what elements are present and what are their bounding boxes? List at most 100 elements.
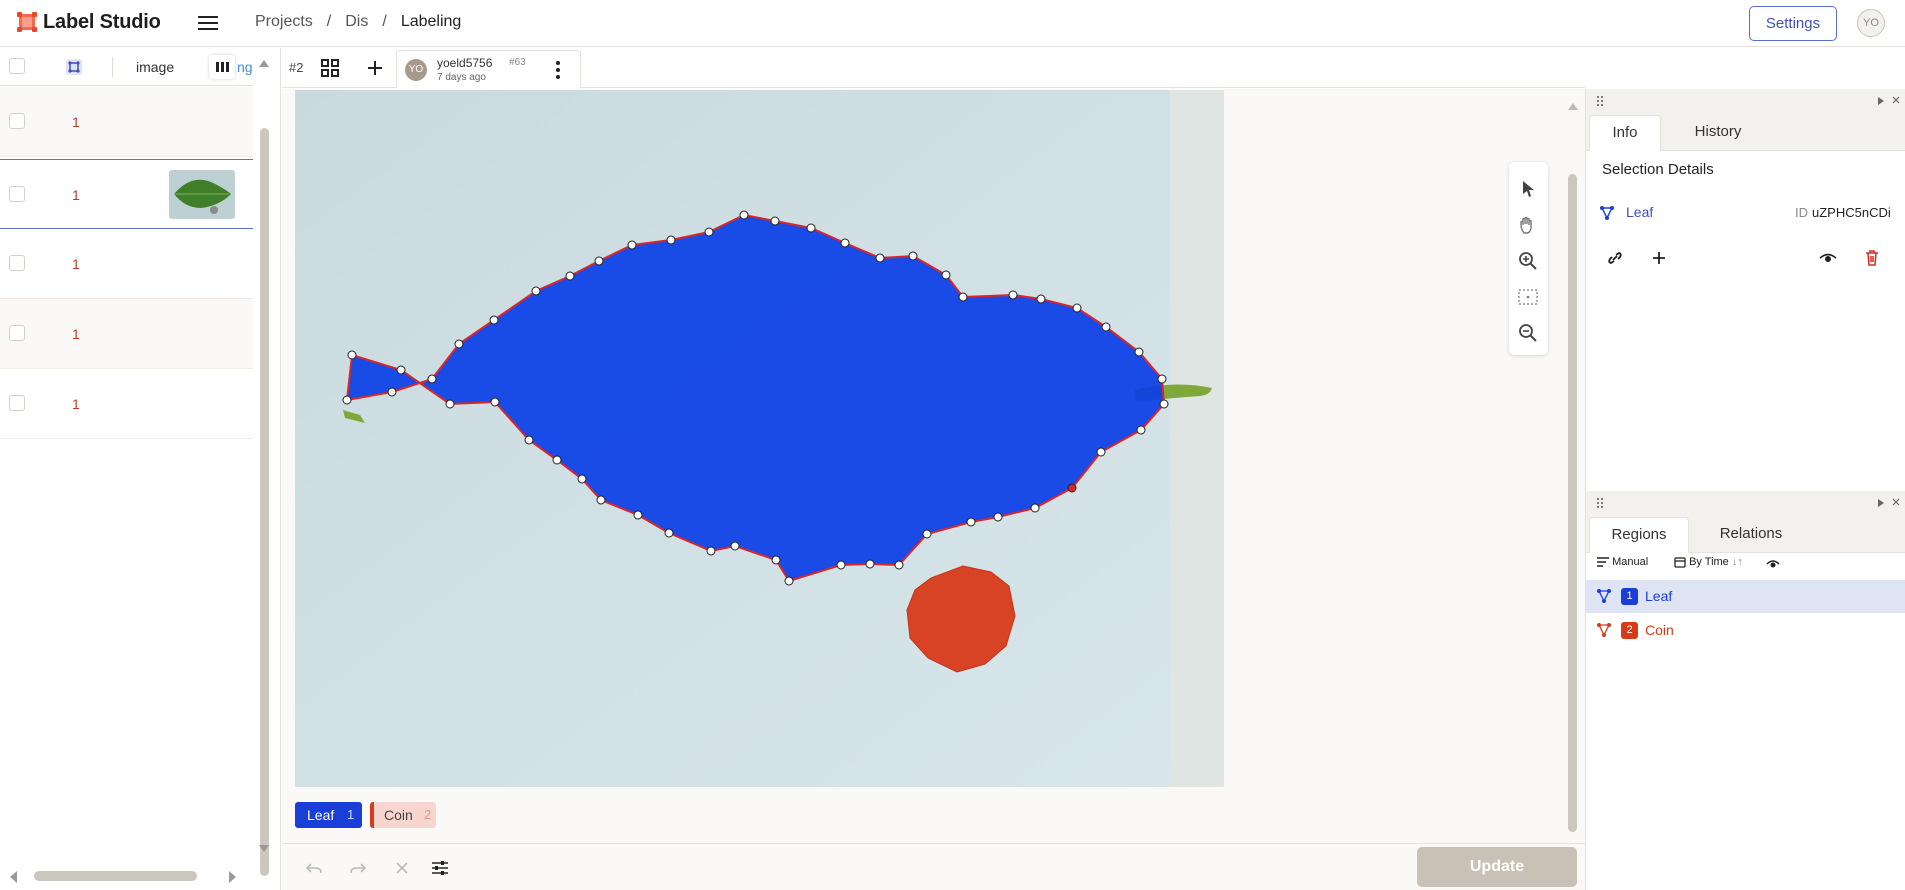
select-all-checkbox[interactable] bbox=[9, 58, 25, 74]
row-checkbox[interactable] bbox=[9, 255, 25, 271]
region-id-label: ID bbox=[1795, 205, 1808, 220]
tab-relations[interactable]: Relations bbox=[1696, 517, 1806, 553]
drag-handle-icon[interactable] bbox=[1596, 95, 1604, 107]
sort-manual-button[interactable]: Manual bbox=[1597, 556, 1648, 574]
annotator-avatar: YO bbox=[405, 59, 427, 81]
annotation-count: 1 bbox=[72, 256, 80, 272]
scroll-right-icon[interactable] bbox=[228, 870, 238, 884]
info-panel-header[interactable] bbox=[1586, 89, 1905, 113]
label-leaf-name: Leaf bbox=[307, 807, 335, 823]
annotation-count: 1 bbox=[72, 326, 80, 342]
table-row[interactable]: 1 bbox=[0, 299, 253, 369]
row-checkbox[interactable] bbox=[9, 325, 25, 341]
table-row[interactable]: 1 bbox=[0, 369, 253, 439]
collapse-panel-icon[interactable] bbox=[1876, 497, 1886, 509]
toggle-visibility-eye-icon[interactable] bbox=[1766, 558, 1780, 570]
sort-direction-icon[interactable]: ↓↑ bbox=[1732, 556, 1743, 568]
annotation-tab[interactable]: YO yoeld5756 #63 7 days ago bbox=[396, 50, 581, 88]
link-icon[interactable] bbox=[1606, 249, 1624, 267]
region-label: Coin bbox=[1645, 622, 1674, 638]
redo-icon[interactable] bbox=[348, 858, 368, 878]
breadcrumb-current: Labeling bbox=[400, 13, 462, 30]
annotation-count: 1 bbox=[72, 396, 80, 412]
delete-trash-icon[interactable] bbox=[1863, 249, 1881, 267]
columns-icon bbox=[216, 62, 229, 72]
bottom-toolbar bbox=[282, 843, 1585, 890]
detach-panel-icon[interactable] bbox=[1891, 497, 1901, 509]
pan-hand-icon[interactable] bbox=[1517, 214, 1539, 236]
update-button[interactable]: Update bbox=[1417, 847, 1577, 887]
active-vertex[interactable] bbox=[1067, 483, 1077, 493]
column-settings-button[interactable] bbox=[209, 55, 235, 79]
regions-panel-header[interactable] bbox=[1586, 491, 1905, 515]
annotated-image[interactable] bbox=[295, 90, 1224, 787]
collapse-panel-icon[interactable] bbox=[1876, 95, 1886, 107]
table-row[interactable]: 1 bbox=[0, 229, 253, 299]
region-label: Leaf bbox=[1645, 588, 1673, 604]
column-header-image[interactable]: image bbox=[136, 59, 174, 75]
canvas-scroll-up-icon[interactable] bbox=[1567, 101, 1579, 111]
more-options-icon[interactable] bbox=[554, 59, 562, 81]
tab-history[interactable]: History bbox=[1668, 115, 1768, 151]
breadcrumb-projects[interactable]: Projects bbox=[255, 13, 313, 30]
settings-sliders-icon[interactable] bbox=[430, 858, 450, 878]
breadcrumb-separator: / bbox=[382, 13, 387, 30]
region-id-value: uZPHC5nCDi bbox=[1812, 205, 1891, 220]
region-item-coin[interactable]: 2 Coin bbox=[1586, 614, 1905, 647]
label-studio-logo-icon bbox=[17, 12, 37, 32]
label-leaf[interactable]: Leaf 1 bbox=[295, 802, 362, 828]
image-thumbnail[interactable] bbox=[169, 170, 235, 219]
image-canvas[interactable] bbox=[295, 90, 1224, 787]
polygon-region-icon bbox=[1597, 589, 1611, 603]
reset-icon[interactable] bbox=[392, 858, 412, 878]
zoom-out-icon[interactable] bbox=[1517, 322, 1539, 344]
visibility-eye-icon[interactable] bbox=[1819, 250, 1837, 266]
polygon-region-icon bbox=[1600, 206, 1614, 220]
canvas-scrollbar[interactable] bbox=[1568, 174, 1577, 832]
canvas-toolbox bbox=[1509, 162, 1548, 355]
scroll-up-icon[interactable] bbox=[258, 58, 270, 68]
top-bar: Label Studio Projects / Dis / Labeling Setti… bbox=[0, 0, 1905, 47]
annotator-name: yoeld5756 bbox=[437, 56, 493, 70]
grid-view-icon[interactable] bbox=[320, 58, 340, 78]
breadcrumb-separator: / bbox=[326, 13, 332, 30]
column-divider bbox=[112, 57, 113, 77]
selected-region-label: Leaf bbox=[1626, 204, 1654, 220]
region-item-leaf[interactable]: 1 Leaf bbox=[1586, 580, 1905, 613]
pointer-icon[interactable] bbox=[1517, 178, 1539, 200]
label-leaf-hotkey: 1 bbox=[347, 807, 355, 822]
drag-handle-icon[interactable] bbox=[1596, 497, 1604, 509]
table-row[interactable]: 1 bbox=[0, 87, 253, 157]
row-checkbox[interactable] bbox=[9, 395, 25, 411]
breadcrumb-project[interactable]: Dis bbox=[345, 13, 368, 30]
region-index-badge: 2 bbox=[1621, 622, 1638, 639]
calendar-icon bbox=[1674, 557, 1686, 568]
add-relation-icon[interactable] bbox=[1650, 249, 1668, 267]
label-coin[interactable]: Coin 2 bbox=[370, 802, 436, 828]
row-checkbox[interactable] bbox=[9, 113, 25, 129]
vertical-scrollbar[interactable] bbox=[260, 128, 269, 876]
table-row-selected[interactable]: 1 bbox=[0, 159, 253, 229]
zoom-to-fit-icon[interactable] bbox=[1517, 286, 1539, 308]
horizontal-scrollbar[interactable] bbox=[34, 871, 197, 881]
user-avatar[interactable]: YO bbox=[1857, 9, 1885, 37]
undo-icon[interactable] bbox=[304, 858, 324, 878]
sort-by-time-button[interactable]: By Time ↓↑ bbox=[1674, 556, 1743, 574]
breadcrumb: Projects / Dis / Labeling bbox=[255, 13, 475, 31]
tab-regions[interactable]: Regions bbox=[1589, 517, 1689, 553]
selection-details-title: Selection Details bbox=[1602, 161, 1714, 178]
settings-button[interactable]: Settings bbox=[1749, 6, 1837, 41]
annotation-time: 7 days ago bbox=[437, 72, 486, 83]
scroll-left-icon[interactable] bbox=[8, 870, 18, 884]
sort-by-time-label: By Time bbox=[1689, 556, 1729, 568]
annotations-column-icon[interactable] bbox=[66, 59, 82, 75]
hamburger-menu-icon[interactable] bbox=[196, 12, 220, 34]
zoom-in-icon[interactable] bbox=[1517, 250, 1539, 272]
add-annotation-icon[interactable] bbox=[365, 58, 385, 78]
column-header-truncated[interactable]: ng bbox=[237, 59, 253, 75]
row-checkbox[interactable] bbox=[9, 186, 25, 202]
tab-info[interactable]: Info bbox=[1589, 115, 1661, 151]
scroll-down-icon[interactable] bbox=[258, 844, 270, 854]
detach-panel-icon[interactable] bbox=[1891, 95, 1901, 107]
app-name: Label Studio bbox=[43, 11, 161, 33]
